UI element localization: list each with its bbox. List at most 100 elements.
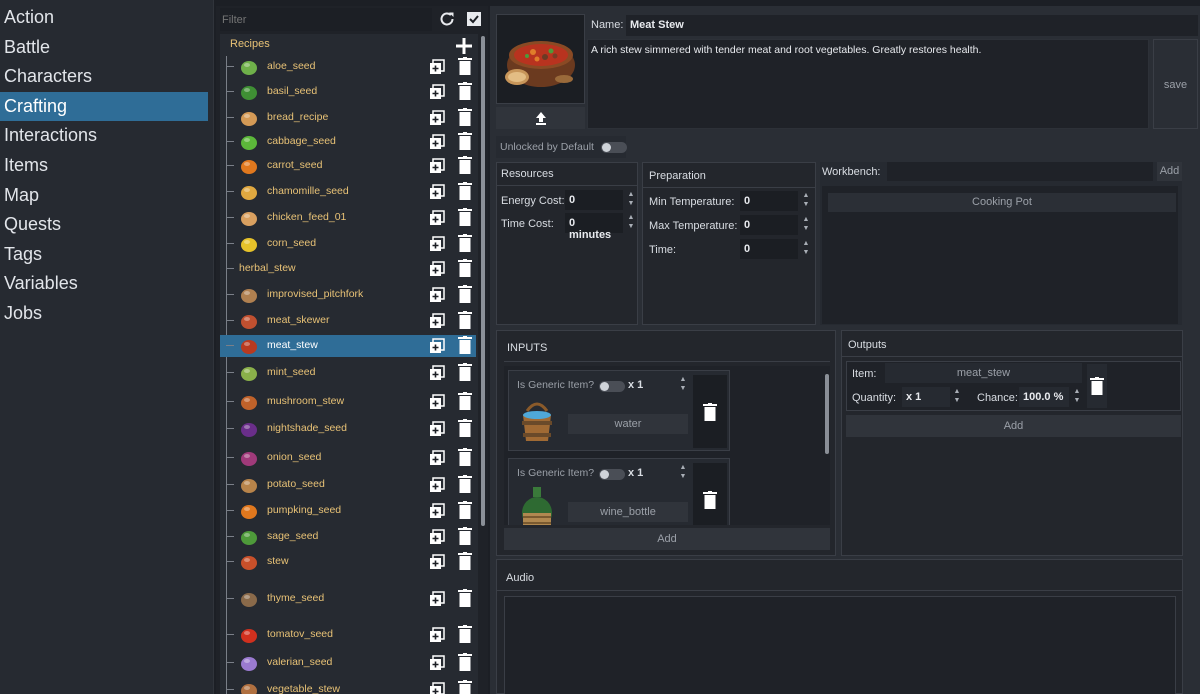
- delete-icon[interactable]: [458, 108, 472, 126]
- tree-item-pumpking-seed[interactable]: pumpking_seed: [220, 500, 476, 522]
- input-quantity-spinner[interactable]: ▲ ▼: [678, 375, 688, 397]
- duplicate-icon[interactable]: [429, 682, 445, 694]
- delete-icon[interactable]: [458, 234, 472, 252]
- min-temperature-spinner[interactable]: ▲ ▼: [801, 191, 811, 213]
- input-quantity[interactable]: x 1: [628, 379, 643, 391]
- max-temperature-field[interactable]: 0: [740, 215, 798, 235]
- delete-input-icon[interactable]: [703, 403, 717, 421]
- duplicate-icon[interactable]: [429, 503, 445, 519]
- delete-icon[interactable]: [458, 156, 472, 174]
- duplicate-icon[interactable]: [429, 134, 445, 150]
- nav-item-action[interactable]: Action: [0, 3, 208, 32]
- min-temperature-field[interactable]: 0: [740, 191, 798, 211]
- tree-item-herbal-stew[interactable]: herbal_stew: [220, 258, 476, 280]
- tree-item-chamomille-seed[interactable]: chamomille_seed: [220, 181, 476, 203]
- tree-item-onion-seed[interactable]: onion_seed: [220, 447, 476, 469]
- inputs-scrollbar[interactable]: [825, 374, 829, 454]
- duplicate-icon[interactable]: [429, 84, 445, 100]
- tree-item-mint-seed[interactable]: mint_seed: [220, 362, 476, 384]
- nav-item-crafting[interactable]: Crafting: [0, 92, 208, 121]
- input-quantity-spinner[interactable]: ▲ ▼: [678, 463, 688, 485]
- duplicate-icon[interactable]: [429, 261, 445, 277]
- tree-item-thyme-seed[interactable]: thyme_seed: [220, 588, 476, 610]
- duplicate-icon[interactable]: [429, 477, 445, 493]
- time-cost-field[interactable]: 0 minutes: [565, 213, 623, 241]
- add-output-button[interactable]: Add: [846, 415, 1181, 437]
- duplicate-icon[interactable]: [429, 450, 445, 466]
- tree-root-label[interactable]: Recipes: [230, 38, 270, 50]
- delete-icon[interactable]: [458, 475, 472, 493]
- duplicate-icon[interactable]: [429, 158, 445, 174]
- delete-icon[interactable]: [458, 527, 472, 545]
- time-cost-spinner[interactable]: ▲ ▼: [626, 213, 636, 235]
- description-field[interactable]: A rich stew simmered with tender meat an…: [587, 39, 1149, 129]
- tree-item-carrot-seed[interactable]: carrot_seed: [220, 155, 476, 177]
- add-recipe-icon[interactable]: [455, 37, 473, 55]
- nav-item-interactions[interactable]: Interactions: [0, 121, 208, 150]
- name-field[interactable]: Meat Stew: [626, 15, 1198, 36]
- duplicate-icon[interactable]: [429, 591, 445, 607]
- generic-item-toggle[interactable]: [599, 381, 625, 392]
- duplicate-icon[interactable]: [429, 655, 445, 671]
- delete-icon[interactable]: [458, 363, 472, 381]
- duplicate-icon[interactable]: [429, 338, 445, 354]
- time-spinner[interactable]: ▲ ▼: [801, 239, 811, 261]
- duplicate-icon[interactable]: [429, 210, 445, 226]
- energy-cost-field[interactable]: 0: [565, 190, 623, 210]
- tree-item-potato-seed[interactable]: potato_seed: [220, 474, 476, 496]
- workbench-input[interactable]: [887, 162, 1153, 181]
- nav-item-variables[interactable]: Variables: [0, 269, 208, 298]
- duplicate-icon[interactable]: [429, 236, 445, 252]
- tree-scrollbar[interactable]: [481, 36, 485, 526]
- nav-item-jobs[interactable]: Jobs: [0, 299, 208, 328]
- tree-item-tomatov-seed[interactable]: tomatov_seed: [220, 624, 476, 646]
- delete-icon[interactable]: [458, 552, 472, 570]
- tree-item-bread-recipe[interactable]: bread_recipe: [220, 107, 476, 129]
- tree-item-stew[interactable]: stew: [220, 551, 476, 573]
- add-input-button[interactable]: Add: [504, 528, 830, 550]
- duplicate-icon[interactable]: [429, 184, 445, 200]
- workbench-add-button[interactable]: Add: [1157, 162, 1182, 181]
- tree-item-nightshade-seed[interactable]: nightshade_seed: [220, 418, 476, 440]
- delete-icon[interactable]: [458, 182, 472, 200]
- delete-input-icon[interactable]: [703, 491, 717, 509]
- delete-icon[interactable]: [458, 680, 472, 694]
- duplicate-icon[interactable]: [429, 365, 445, 381]
- delete-icon[interactable]: [458, 82, 472, 100]
- delete-icon[interactable]: [458, 501, 472, 519]
- tree-item-cabbage-seed[interactable]: cabbage_seed: [220, 131, 476, 153]
- unlocked-toggle[interactable]: [601, 142, 627, 153]
- duplicate-icon[interactable]: [429, 627, 445, 643]
- nav-item-characters[interactable]: Characters: [0, 62, 208, 91]
- delete-icon[interactable]: [458, 625, 472, 643]
- input-quantity[interactable]: x 1: [628, 467, 643, 479]
- delete-icon[interactable]: [458, 285, 472, 303]
- duplicate-icon[interactable]: [429, 287, 445, 303]
- workbench-item-cooking-pot[interactable]: Cooking Pot: [828, 193, 1176, 212]
- delete-icon[interactable]: [458, 392, 472, 410]
- duplicate-icon[interactable]: [429, 554, 445, 570]
- tree-item-mushroom-stew[interactable]: mushroom_stew: [220, 391, 476, 413]
- output-quantity-field[interactable]: x 1: [902, 387, 950, 407]
- delete-icon[interactable]: [458, 336, 472, 354]
- input-item-name[interactable]: wine_bottle: [568, 502, 688, 522]
- delete-icon[interactable]: [458, 448, 472, 466]
- generic-item-toggle[interactable]: [599, 469, 625, 480]
- nav-item-map[interactable]: Map: [0, 181, 208, 210]
- delete-icon[interactable]: [458, 653, 472, 671]
- delete-icon[interactable]: [458, 311, 472, 329]
- delete-icon[interactable]: [458, 589, 472, 607]
- select-all-checkbox-icon[interactable]: [464, 9, 484, 29]
- time-field[interactable]: 0: [740, 239, 798, 259]
- duplicate-icon[interactable]: [429, 59, 445, 75]
- tree-item-valerian-seed[interactable]: valerian_seed: [220, 652, 476, 674]
- tree-item-corn-seed[interactable]: corn_seed: [220, 233, 476, 255]
- tree-item-sage-seed[interactable]: sage_seed: [220, 526, 476, 548]
- max-temperature-spinner[interactable]: ▲ ▼: [801, 215, 811, 237]
- delete-icon[interactable]: [458, 208, 472, 226]
- refresh-icon[interactable]: [437, 9, 457, 29]
- chance-spinner[interactable]: ▲ ▼: [1072, 387, 1082, 409]
- tree-item-meat-stew[interactable]: meat_stew: [220, 335, 476, 357]
- delete-icon[interactable]: [458, 57, 472, 75]
- tree-item-meat-skewer[interactable]: meat_skewer: [220, 310, 476, 332]
